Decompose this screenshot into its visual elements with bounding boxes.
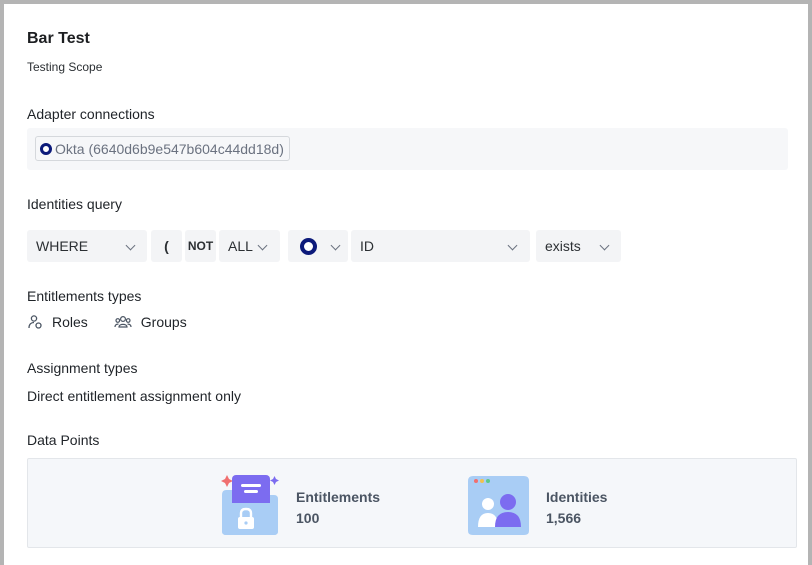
field-value: ID [360, 238, 374, 254]
adapter-connections-label: Adapter connections [27, 106, 155, 122]
okta-icon [40, 142, 52, 155]
open-paren-toggle[interactable]: ( [151, 230, 182, 262]
operator-select[interactable]: exists [536, 230, 621, 262]
all-value: ALL [228, 238, 253, 254]
entitlement-types-list: Roles Groups [27, 314, 213, 330]
assignment-types-value: Direct entitlement assignment only [27, 388, 241, 404]
all-select[interactable]: ALL [219, 230, 280, 262]
groups-icon [114, 315, 132, 328]
entitlement-types-label: Entitlements types [27, 288, 142, 304]
identities-folder-icon [468, 476, 529, 535]
data-point-label: Entitlements [296, 489, 381, 505]
adapter-chip-label: Okta (6640d6b9e547b604c44dd18d) [55, 140, 284, 157]
data-points-label: Data Points [27, 432, 100, 448]
chevron-down-icon [125, 240, 136, 251]
data-point-value: 100 [296, 510, 320, 526]
entitlement-type-label: Roles [52, 314, 88, 330]
chevron-down-icon [257, 240, 268, 251]
data-point-entitlements: Entitlements 100 [220, 473, 380, 537]
entitlement-type-groups: Groups [114, 314, 187, 330]
entitlement-type-roles: Roles [27, 314, 88, 330]
scope-details-panel: Bar Test Testing Scope Adapter connectio… [0, 0, 812, 565]
open-paren-label: ( [164, 238, 169, 254]
chevron-down-icon [330, 240, 341, 251]
not-label: NOT [187, 239, 214, 253]
field-select[interactable]: ID [351, 230, 530, 262]
data-points-panel: Entitlements 100 Identities 1,566 [27, 458, 797, 548]
scope-subtitle: Testing Scope [27, 60, 103, 74]
okta-icon [300, 237, 317, 255]
not-toggle[interactable]: NOT [185, 230, 216, 262]
entitlements-folder-icon [221, 475, 279, 535]
data-point-value: 1,566 [546, 510, 582, 526]
data-point-text: Identities 1,566 [546, 489, 607, 526]
adapter-select[interactable] [288, 230, 348, 262]
roles-icon [28, 315, 42, 329]
identities-query-label: Identities query [27, 196, 122, 212]
entitlement-type-label: Groups [140, 314, 187, 330]
assignment-types-label: Assignment types [27, 360, 138, 376]
data-point-text: Entitlements 100 [296, 489, 380, 526]
where-select[interactable]: WHERE [27, 230, 147, 262]
operator-value: exists [545, 238, 581, 254]
adapter-connections-field: Okta (6640d6b9e547b604c44dd18d) [27, 128, 788, 170]
scope-title: Bar Test [27, 30, 90, 47]
data-point-identities: Identities 1,566 [466, 473, 607, 537]
adapter-chip-okta[interactable]: Okta (6640d6b9e547b604c44dd18d) [35, 136, 290, 161]
data-point-label: Identities [546, 489, 608, 505]
where-value: WHERE [36, 238, 89, 254]
chevron-down-icon [507, 240, 518, 251]
chevron-down-icon [599, 240, 610, 251]
